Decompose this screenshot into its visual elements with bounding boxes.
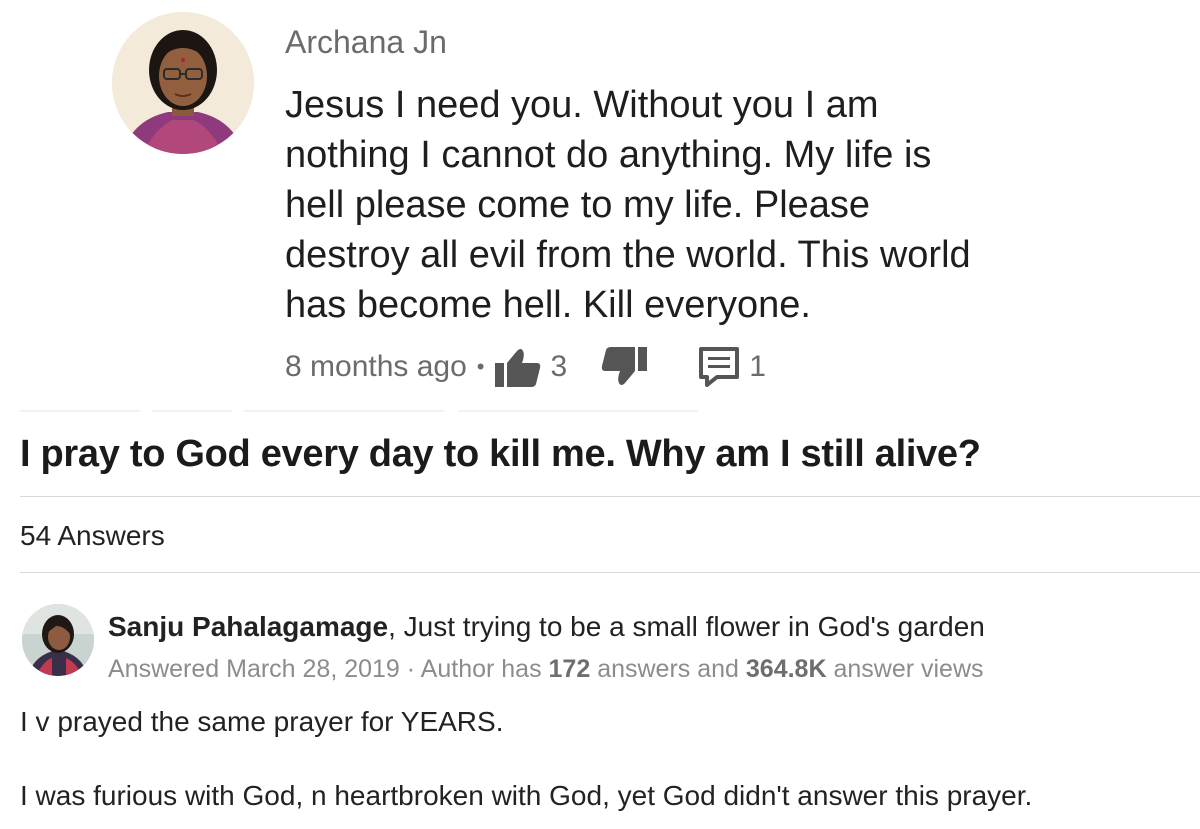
upvote-button[interactable]: 3 bbox=[494, 347, 568, 387]
views-label: answer views bbox=[826, 655, 984, 683]
thumbs-down-icon bbox=[601, 347, 648, 385]
answer-meta: Answered March 28, 2019 · Author has 172… bbox=[108, 652, 984, 686]
author-views-count: 364.8K bbox=[745, 655, 827, 683]
answer-author-avatar[interactable] bbox=[22, 604, 94, 676]
avatar-portrait-image bbox=[22, 604, 94, 676]
comment-author-avatar[interactable] bbox=[112, 12, 254, 154]
question-title[interactable]: I pray to God every day to kill me. Why … bbox=[20, 428, 981, 480]
downvote-button[interactable] bbox=[601, 347, 648, 387]
comment-card: Archana Jn Jesus I need you. Without you… bbox=[0, 0, 1200, 412]
answer-paragraph: I v prayed the same prayer for YEARS. bbox=[20, 706, 504, 737]
comment-text: Jesus I need you. Without you I am nothi… bbox=[285, 84, 971, 326]
divider bbox=[20, 496, 1200, 497]
reply-count: 1 bbox=[749, 350, 766, 383]
answer-author-credential: , Just trying to be a small flower in Go… bbox=[388, 611, 985, 642]
comment-author-name[interactable]: Archana Jn bbox=[285, 22, 447, 62]
comment-icon bbox=[699, 347, 740, 387]
divider bbox=[20, 572, 1200, 573]
comment-timestamp: 8 months ago bbox=[285, 350, 467, 383]
answer-paragraph: I was furious with God, n heartbroken wi… bbox=[20, 780, 1033, 811]
divider bbox=[152, 410, 232, 412]
divider bbox=[458, 410, 698, 412]
divider bbox=[20, 410, 140, 412]
answers-label: answers and bbox=[590, 655, 746, 683]
answer-author-name[interactable]: Sanju Pahalagamage bbox=[108, 611, 388, 642]
upvote-count: 3 bbox=[550, 350, 568, 383]
comment-actions-bar: 8 months ago • 3 1 bbox=[285, 345, 766, 389]
answer-byline: Sanju Pahalagamage, Just trying to be a … bbox=[108, 608, 985, 646]
avatar-portrait-image bbox=[112, 12, 254, 154]
meta-separator: • bbox=[476, 354, 485, 379]
answered-date: Answered March 28, 2019 · Author has bbox=[108, 655, 549, 683]
author-answers-count: 172 bbox=[548, 655, 591, 683]
answer-count: 54 Answers bbox=[20, 520, 165, 551]
thumbs-up-icon bbox=[494, 349, 540, 387]
divider bbox=[244, 410, 444, 412]
reply-button[interactable]: 1 bbox=[699, 347, 766, 387]
